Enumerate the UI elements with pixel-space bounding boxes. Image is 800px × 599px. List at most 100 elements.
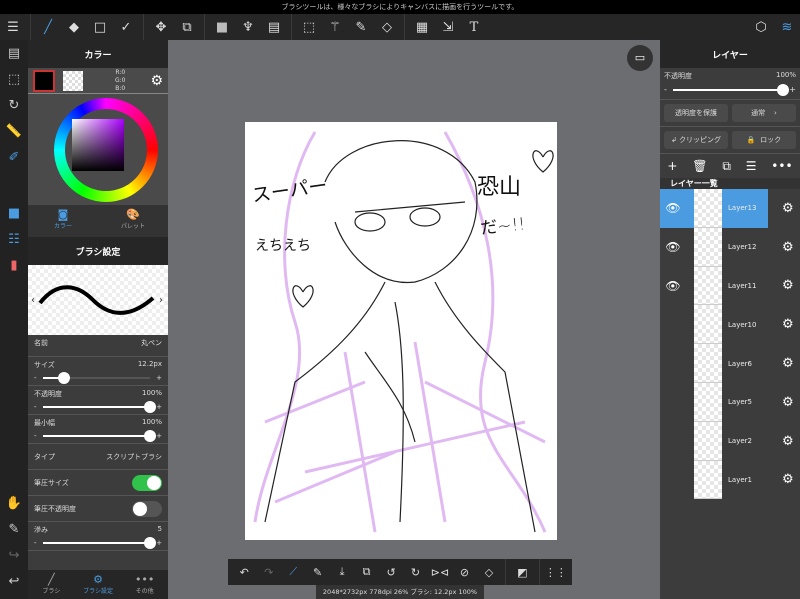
undo-icon[interactable]: ↩ [0,568,28,594]
min-width-slider-row: 最小幅 100% - + [28,415,168,444]
pages-icon[interactable]: ▤ [0,40,28,66]
layer-list-icon[interactable]: ☰ [746,159,757,173]
layer-opacity-slider[interactable] [672,83,790,96]
size-slider[interactable] [42,372,151,384]
size-plus[interactable]: + [156,374,162,382]
ruler-icon[interactable]: 📏 [0,118,28,144]
blur-slider[interactable] [42,537,157,549]
rotate-icon[interactable]: ↻ [0,92,28,118]
rotate-left-icon[interactable]: ↺ [379,559,403,585]
eraser-icon[interactable]: ◆ [61,14,87,40]
tab-other[interactable]: ••• その他 [121,570,168,599]
reset-rotation-icon[interactable]: ⊘ [452,559,476,585]
eyedropper-icon[interactable]: ✎ [0,516,28,542]
magic-wand-icon[interactable]: ⚚ [322,14,348,40]
type-row[interactable]: タイプ スクリプトブラシ [28,444,168,470]
select-vertex-icon[interactable]: ✓ [113,14,139,40]
rotate-right-icon[interactable]: ↻ [403,559,427,585]
brush-select-icon[interactable]: ⟋ [281,559,305,585]
layer-settings-gear-icon[interactable]: ⚙ [782,356,794,371]
color-panel-icon[interactable]: ■ [0,200,28,226]
secondary-color-swatch[interactable] [63,70,83,91]
redo-icon[interactable]: ↪ [0,542,28,568]
hand-icon[interactable]: ✋ [0,490,28,516]
layer-row[interactable]: Layer10 ⚙ [660,305,800,345]
duplicate-layer-icon[interactable]: ⧉ [722,159,731,174]
materials-icon[interactable]: ⬡ [748,14,774,40]
layer-thumbnail [694,460,722,500]
fill-color-icon[interactable]: ■ [209,14,235,40]
undo-icon[interactable]: ↶ [232,559,256,585]
opacity-slider[interactable] [42,401,157,413]
move-select-icon[interactable]: ⇲ [435,14,461,40]
layer-settings-gear-icon[interactable]: ⚙ [782,240,794,255]
layers-icon[interactable]: ≋ [774,14,800,40]
size-minus[interactable]: - [34,374,37,382]
layer-row[interactable]: 👁 Layer11 ⚙ [660,266,800,306]
add-layer-icon[interactable]: + [667,159,677,173]
primary-color-swatch[interactable] [33,69,55,92]
layer-settings-gear-icon[interactable]: ⚙ [782,278,794,293]
layer-row[interactable]: Layer2 ⚙ [660,421,800,461]
layer-name: Layer10 [728,320,757,329]
pressure-size-toggle[interactable] [132,474,162,491]
protect-alpha-button[interactable]: 透明度を保護 [664,104,728,122]
layer-settings-gear-icon[interactable]: ⚙ [782,434,794,449]
flip-horizontal-icon[interactable]: ⊳⊲ [428,559,452,585]
visibility-eye-icon[interactable]: 👁 [660,240,686,254]
visibility-eye-icon[interactable]: 👁 [660,279,686,293]
layer-settings-gear-icon[interactable]: ⚙ [782,472,794,487]
color-history-icon[interactable]: ▮ [0,252,28,278]
brush-name-field[interactable]: 丸ペン [141,338,162,353]
save-icon[interactable]: ⤓ [330,559,354,585]
canvas-info: 2048*2732px 778dpi 26% ブラシ: 12.2px 100% [316,585,484,599]
tab-brush-settings[interactable]: ⚙ ブラシ設定 [75,570,122,599]
selection-layer-icon[interactable]: ⬚ [0,66,28,92]
layer-row[interactable]: 👁 Layer13 ⚙ [660,189,800,228]
saturation-value-square[interactable] [72,119,124,171]
select-pen-icon[interactable]: ✎ [348,14,374,40]
select-eraser-icon[interactable]: ◇ [374,14,400,40]
grid-handle-icon[interactable]: ⋮⋮ [544,559,568,585]
rectangle-icon[interactable]: □ [87,14,113,40]
transform-icon[interactable]: ⧉ [174,14,200,40]
drawing-canvas[interactable]: スーパー えちえち 恐山 だ~!! [245,122,557,540]
redo-icon[interactable]: ↷ [256,559,280,585]
tab-palette[interactable]: 🎨 パレット [98,205,168,237]
layer-row[interactable]: Layer1 ⚙ [660,460,800,500]
bucket-icon[interactable]: ♆ [235,14,261,40]
tab-color[interactable]: ◙ カラー [28,205,98,237]
bottom-toolbar: ↶ ↷ ⟋ ✎ ⤓ ⧉ ↺ ↻ ⊳⊲ ⊘ ◇ ◩ ⋮⋮ [228,559,572,585]
color-settings-gear-icon[interactable]: ⚙ [150,73,163,89]
brush-list-icon[interactable]: ☷ [0,226,28,252]
select-rect-icon[interactable]: ⬚ [296,14,322,40]
layer-settings-gear-icon[interactable]: ⚙ [782,201,794,216]
quick-mask-icon[interactable]: ◩ [510,559,534,585]
clear-icon[interactable]: ◇ [477,559,501,585]
min-width-slider[interactable] [42,430,157,442]
text-icon[interactable]: T [461,14,487,40]
clipping-button[interactable]: ↲ クリッピング [664,131,728,149]
lock-button[interactable]: 🔒 ロック [732,131,796,149]
layer-row[interactable]: Layer6 ⚙ [660,344,800,383]
more-icon[interactable]: ••• [771,159,792,173]
snap-icon[interactable]: ✐ [0,144,28,170]
layer-row[interactable]: 👁 Layer12 ⚙ [660,227,800,267]
reference-window-button[interactable]: ▭ [627,45,653,71]
layer-row[interactable]: Layer5 ⚙ [660,382,800,422]
gradient-icon[interactable]: ▤ [261,14,287,40]
layer-settings-gear-icon[interactable]: ⚙ [782,317,794,332]
blend-mode-button[interactable]: 通常 › [732,104,796,122]
pressure-opacity-toggle[interactable] [132,500,162,517]
move-icon[interactable]: ✥ [148,14,174,40]
export-icon[interactable]: ⧉ [354,559,378,585]
delete-layer-icon[interactable]: 🗑 [692,159,707,173]
menu-icon[interactable]: ☰ [0,14,26,40]
eyedropper-icon[interactable]: ✎ [305,559,329,585]
clipping-icon: ↲ [670,136,677,144]
brush-icon[interactable]: ╱ [35,14,61,40]
visibility-eye-icon[interactable]: 👁 [660,201,686,215]
frame-icon[interactable]: ▦ [409,14,435,40]
layer-settings-gear-icon[interactable]: ⚙ [782,395,794,410]
tab-brush[interactable]: ╱ ブラシ [28,570,75,599]
